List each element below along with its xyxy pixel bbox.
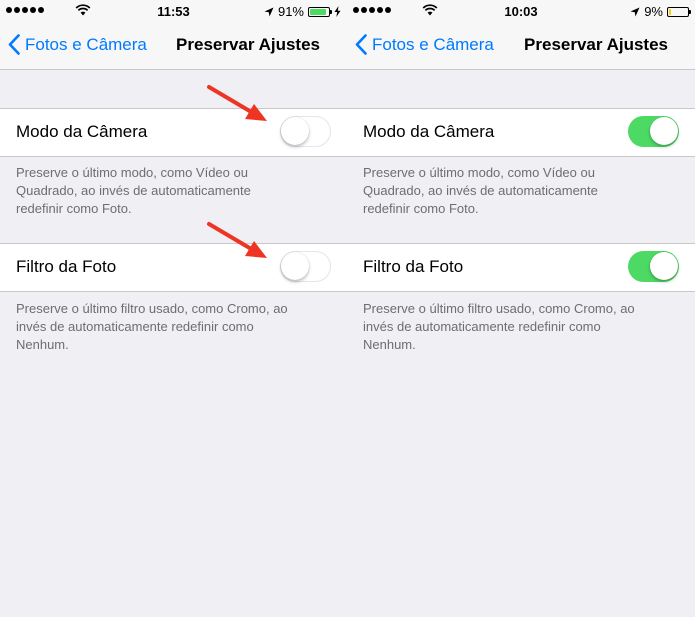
footer-line: Nenhum. [363, 337, 416, 352]
footer-line: Quadrado, ao invés de automaticamente [16, 183, 251, 198]
chevron-left-icon [355, 34, 367, 55]
battery-icon [308, 6, 332, 17]
footer-line: redefinir como Foto. [16, 201, 132, 216]
red-arrow-icon [207, 85, 267, 121]
toggle-knob [650, 252, 678, 280]
camera-mode-footer: Preserve o último modo, como Vídeo ou Qu… [16, 164, 335, 218]
photo-filter-footer: Preserve o último filtro usado, como Cro… [16, 300, 335, 354]
toggle-knob [281, 117, 309, 145]
location-icon [264, 7, 274, 16]
page-title: Preservar Ajustes [176, 35, 320, 54]
page-title: Preservar Ajustes [524, 35, 668, 54]
toggle-knob [281, 252, 309, 280]
battery-percent: 91% [277, 4, 304, 19]
battery-icon [667, 6, 691, 17]
footer-line: Preserve o último filtro usado, como Cro… [363, 301, 635, 316]
footer-line: Preserve o último modo, como Vídeo ou [363, 165, 595, 180]
toggle-knob [650, 117, 678, 145]
setting-label: Modo da Câmera [16, 122, 148, 141]
screen-before: 11:53 91% Fotos e Câmera Preservar Ajust… [0, 0, 347, 617]
chevron-left-icon [8, 34, 20, 55]
photo-filter-toggle[interactable] [628, 251, 679, 282]
footer-line: Nenhum. [16, 337, 69, 352]
status-bar: 10:03 9% [347, 0, 695, 22]
status-bar: 11:53 91% [0, 0, 347, 22]
navigation-bar: Fotos e Câmera Preservar Ajustes [0, 22, 347, 70]
back-label: Fotos e Câmera [372, 34, 494, 54]
screen-after: 10:03 9% Fotos e Câmera Preservar Ajuste… [347, 0, 695, 617]
camera-mode-footer: Preserve o último modo, como Vídeo ou Qu… [363, 164, 683, 218]
photo-filter-footer: Preserve o último filtro usado, como Cro… [363, 300, 683, 354]
navigation-bar: Fotos e Câmera Preservar Ajustes [347, 22, 695, 70]
battery-percent: 9% [644, 4, 663, 19]
camera-mode-toggle[interactable] [280, 116, 331, 147]
red-arrow-icon [207, 222, 267, 258]
setting-row-photo-filter: Filtro da Foto [347, 243, 695, 292]
location-icon [630, 7, 640, 16]
photo-filter-toggle[interactable] [280, 251, 331, 282]
footer-line: Preserve o último modo, como Vídeo ou [16, 165, 248, 180]
back-label: Fotos e Câmera [25, 34, 147, 54]
setting-row-camera-mode: Modo da Câmera [0, 108, 347, 157]
setting-label: Filtro da Foto [16, 257, 117, 276]
back-button[interactable]: Fotos e Câmera [8, 34, 147, 55]
footer-line: redefinir como Foto. [363, 201, 479, 216]
footer-line: invés de automaticamente redefinir como [363, 319, 601, 334]
footer-line: Preserve o último filtro usado, como Cro… [16, 301, 288, 316]
back-button[interactable]: Fotos e Câmera [355, 34, 494, 55]
setting-row-photo-filter: Filtro da Foto [0, 243, 347, 292]
setting-label: Modo da Câmera [363, 122, 495, 141]
camera-mode-toggle[interactable] [628, 116, 679, 147]
setting-label: Filtro da Foto [363, 257, 464, 276]
setting-row-camera-mode: Modo da Câmera [347, 108, 695, 157]
footer-line: invés de automaticamente redefinir como [16, 319, 254, 334]
footer-line: Quadrado, ao invés de automaticamente [363, 183, 598, 198]
charging-bolt-icon [334, 6, 341, 17]
